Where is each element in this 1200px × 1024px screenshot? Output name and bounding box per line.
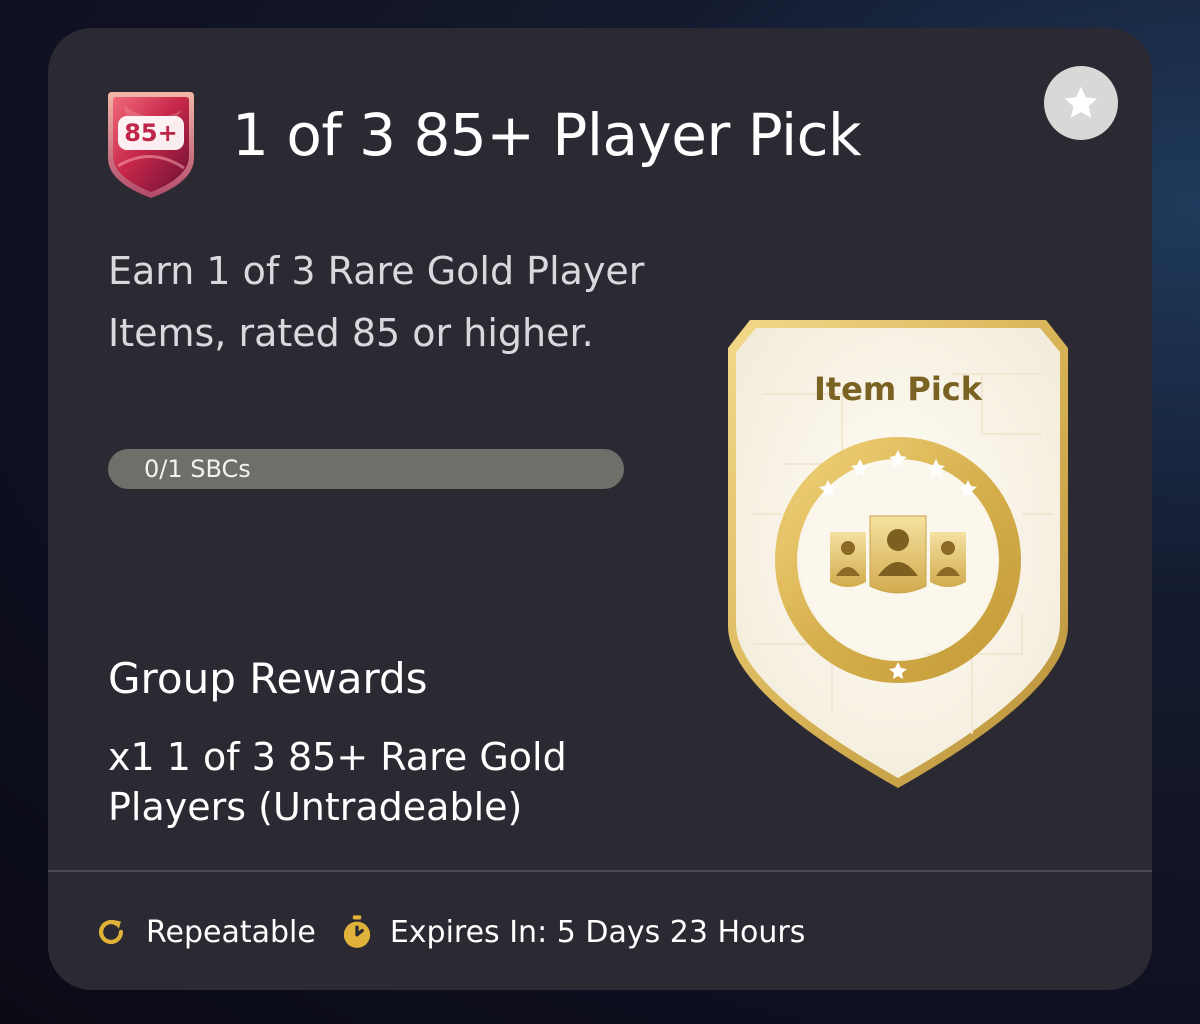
star-icon	[1061, 83, 1101, 123]
sbc-badge-icon: 85+	[104, 86, 198, 202]
footer-divider	[48, 870, 1152, 872]
expiry-label: Expires In: 5 Days 23 Hours	[389, 914, 806, 950]
sbc-card[interactable]: 85+ 1 of 3 85+ Player Pick Earn 1 of 3 R…	[48, 28, 1152, 990]
progress-label: 0/1 SBCs	[144, 455, 251, 483]
item-pick-card[interactable]: Item Pick	[722, 314, 1074, 794]
sbc-footer: Repeatable Expires In: 5 Days 23 Hours	[94, 902, 805, 962]
sbc-progress-bar: 0/1 SBCs	[108, 449, 624, 489]
repeat-icon	[94, 915, 128, 949]
item-pick-label: Item Pick	[813, 370, 983, 408]
favorite-button[interactable]	[1044, 66, 1118, 140]
timer-icon	[340, 914, 374, 950]
group-rewards-heading: Group Rewards	[108, 654, 428, 703]
sbc-description: Earn 1 of 3 Rare Gold Player Items, rate…	[108, 249, 645, 355]
repeatable-label: Repeatable	[146, 914, 316, 950]
badge-label: 85+	[124, 119, 178, 147]
page-title: 1 of 3 85+ Player Pick	[232, 101, 862, 169]
group-rewards-text: x1 1 of 3 85+ Rare Gold Players (Untrade…	[108, 735, 567, 829]
